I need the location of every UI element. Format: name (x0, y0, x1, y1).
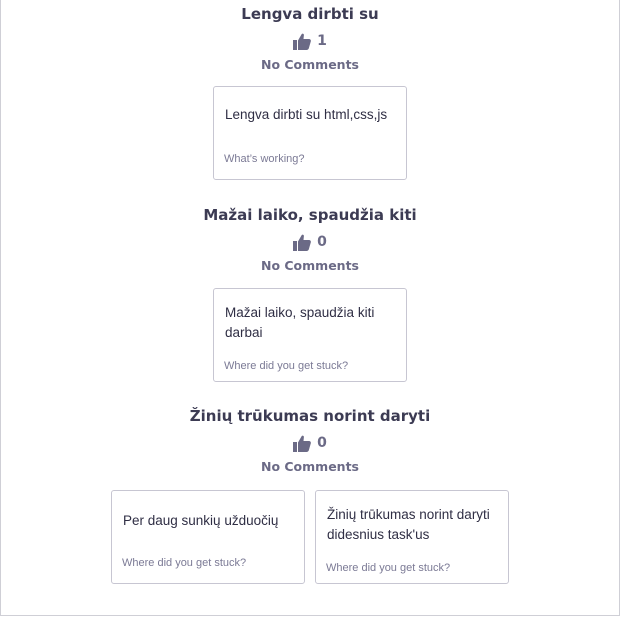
group-title: Lengva dirbti su (241, 5, 379, 23)
group-mazai-laiko: Mažai laiko, spaudžia kiti 0 No Comments (0, 204, 620, 274)
comments-link[interactable]: No Comments (0, 459, 620, 475)
group-title: Mažai laiko, spaudžia kiti (203, 206, 417, 224)
thumbs-up-icon[interactable] (293, 33, 312, 50)
card-text: Per daug sunkių užduočių (123, 513, 279, 528)
card-list: Mažai laiko, spaudžia kiti darbai Where … (0, 288, 620, 382)
vote-button[interactable]: 1 (0, 31, 620, 51)
card-text: Žinių trūkumas norint daryti didesnius t… (327, 507, 490, 542)
thumbs-up-icon[interactable] (293, 435, 312, 452)
vote-count: 0 (317, 234, 327, 250)
vote-button[interactable]: 0 (0, 433, 620, 453)
retro-card[interactable]: Per daug sunkių užduočių Where did you g… (111, 490, 305, 584)
card-prompt: Where did you get stuck? (326, 562, 451, 574)
card-list: Lengva dirbti su html,css,js What’s work… (0, 86, 620, 180)
card-prompt: What’s working? (224, 153, 305, 165)
comments-link[interactable]: No Comments (0, 258, 620, 274)
retro-card[interactable]: Mažai laiko, spaudžia kiti darbai Where … (213, 288, 407, 382)
card-text: Lengva dirbti su html,css,js (225, 107, 388, 122)
card-list: Per daug sunkių užduočių Where did you g… (0, 490, 620, 584)
retro-card[interactable]: Lengva dirbti su html,css,js What’s work… (213, 86, 407, 180)
card-prompt: Where did you get stuck? (224, 360, 349, 372)
card-text: Mažai laiko, spaudžia kiti darbai (225, 305, 375, 340)
group-ziniu-trukumas: Žinių trūkumas norint daryti 0 No Commen… (0, 405, 620, 475)
vote-count: 0 (317, 435, 327, 451)
vote-count: 1 (317, 33, 327, 49)
retro-card[interactable]: Žinių trūkumas norint daryti didesnius t… (315, 490, 509, 584)
comments-link[interactable]: No Comments (0, 57, 620, 73)
vote-button[interactable]: 0 (0, 232, 620, 252)
card-prompt: Where did you get stuck? (122, 557, 247, 569)
thumbs-up-icon[interactable] (293, 234, 312, 251)
group-title: Žinių trūkumas norint daryti (189, 407, 431, 425)
group-lengva-dirbti-su: Lengva dirbti su 1 No Comments (0, 3, 620, 73)
